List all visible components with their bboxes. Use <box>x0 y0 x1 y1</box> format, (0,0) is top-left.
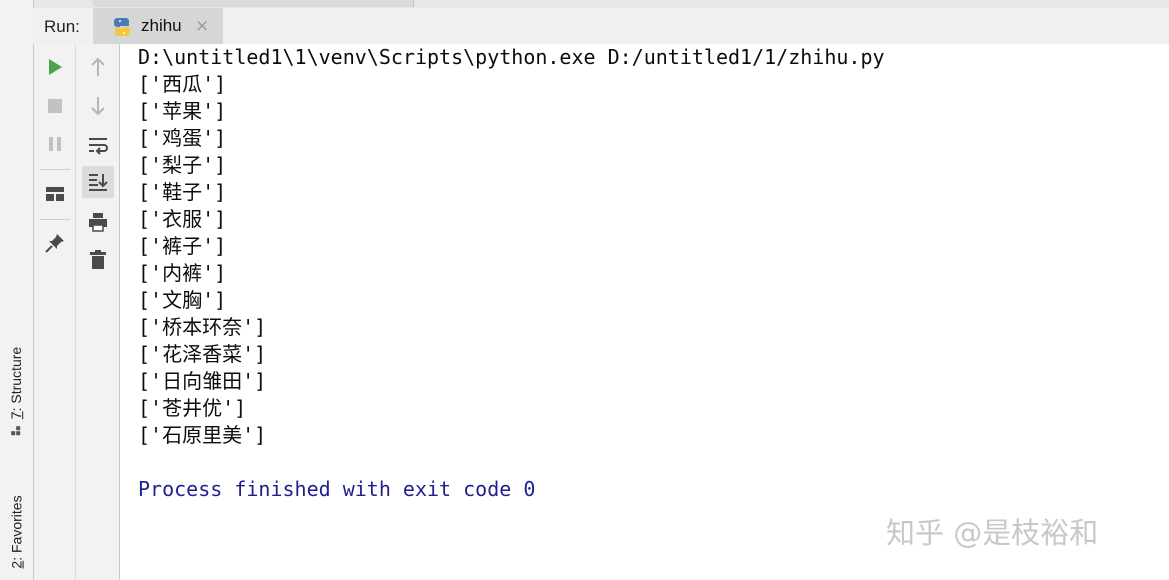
run-panel-header: Run: zhihu × <box>33 8 1169 45</box>
console-line: ['鸡蛋'] <box>138 126 227 150</box>
stop-button[interactable] <box>39 90 71 122</box>
scroll-to-end-button[interactable] <box>82 166 114 198</box>
console-command-line: D:\untitled1\1\venv\Scripts\python.exe D… <box>138 45 885 69</box>
console-line: ['西瓜'] <box>138 72 227 96</box>
rerun-icon <box>49 59 62 75</box>
console-line: ['日向雏田'] <box>138 369 267 393</box>
cut-off-tab[interactable] <box>93 0 414 7</box>
run-toolbar-primary <box>34 44 76 580</box>
soft-wrap-icon <box>89 138 108 155</box>
print-icon <box>89 213 107 232</box>
console-line: ['苹果'] <box>138 99 227 123</box>
print-button[interactable] <box>82 206 114 238</box>
console-line: ['衣服'] <box>138 207 227 231</box>
arrow-down-icon <box>91 97 105 116</box>
console-line: ['石原里美'] <box>138 423 267 447</box>
favorites-mnemonic: 2 <box>8 560 25 569</box>
pin-icon <box>45 234 64 253</box>
process-exit-message: Process finished with exit code 0 <box>138 477 536 501</box>
console-line: ['桥本环奈'] <box>138 315 267 339</box>
structure-icon <box>11 425 22 436</box>
console-output[interactable]: D:\untitled1\1\venv\Scripts\python.exe D… <box>120 44 1169 580</box>
clear-all-button[interactable] <box>82 244 114 276</box>
run-tab-label: zhihu <box>141 16 182 35</box>
favorites-tool-tab[interactable]: 2: Favorites <box>0 484 33 580</box>
console-line: ['鞋子'] <box>138 180 227 204</box>
console-line: ['内裤'] <box>138 261 227 285</box>
toolbar-separator <box>40 219 70 220</box>
pin-button[interactable] <box>39 227 71 259</box>
rerun-button[interactable] <box>39 51 71 83</box>
previous-occurrence-button[interactable] <box>82 51 114 83</box>
structure-mnemonic: 7 <box>8 411 25 420</box>
run-tab-zhihu[interactable]: zhihu × <box>93 8 223 45</box>
console-line: ['文胸'] <box>138 288 227 312</box>
console-line: ['裤子'] <box>138 234 227 258</box>
run-toolbar-secondary <box>76 44 120 580</box>
layout-icon <box>46 187 64 201</box>
console-line: ['梨子'] <box>138 153 227 177</box>
layout-button[interactable] <box>39 178 71 210</box>
arrow-up-icon <box>91 57 105 76</box>
console-line: ['花泽香菜'] <box>138 342 267 366</box>
left-tool-strip: 7: Structure 2: Favorites <box>0 0 34 580</box>
trash-icon <box>90 250 106 269</box>
toolbar-separator <box>40 169 70 170</box>
pause-button[interactable] <box>39 128 71 160</box>
python-icon <box>114 18 130 36</box>
stop-icon <box>48 99 62 113</box>
favorites-label: Favorites <box>8 495 25 553</box>
pause-icon <box>49 137 61 151</box>
close-icon[interactable]: × <box>195 16 209 36</box>
console-line: ['苍井优'] <box>138 396 247 420</box>
soft-wrap-button[interactable] <box>82 130 114 162</box>
run-label: Run: <box>44 17 80 36</box>
scroll-to-end-icon <box>89 174 108 191</box>
watermark: 知乎 @是枝裕和 <box>886 516 1099 550</box>
structure-tool-tab[interactable]: 7: Structure <box>0 330 33 452</box>
structure-label: Structure <box>8 346 25 404</box>
next-occurrence-button[interactable] <box>82 90 114 122</box>
